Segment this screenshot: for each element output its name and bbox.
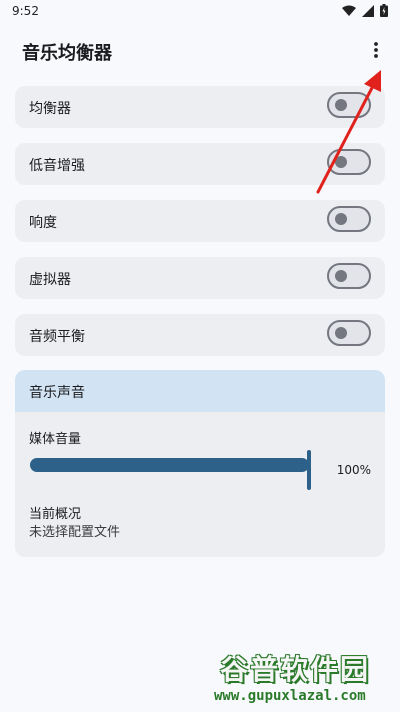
toggle-card-bass-boost: 低音增强 (15, 143, 385, 185)
switch-knob (335, 270, 347, 282)
bass-boost-switch[interactable] (327, 149, 371, 175)
toggle-label-virtualizer: 虚拟器 (29, 272, 71, 288)
music-sound-card: 音乐声音 媒体音量 100% 当前概况 未选择配置文件 (15, 370, 385, 557)
equalizer-switch[interactable] (327, 92, 371, 118)
media-volume-thumb[interactable] (307, 450, 311, 490)
app-title: 音乐均衡器 (22, 43, 112, 64)
media-volume-label: 媒体音量 (29, 432, 82, 447)
toggle-card-virtualizer: 虚拟器 (15, 257, 385, 299)
watermark: 谷普软件园 www.gupuxlazal.com (214, 648, 400, 712)
watermark-url: www.gupuxlazal.com (214, 688, 366, 704)
music-sound-title: 音乐声音 (29, 385, 85, 401)
toggle-label-bass-boost: 低音增强 (29, 158, 85, 174)
loudness-switch[interactable] (327, 206, 371, 232)
toggle-card-loudness: 响度 (15, 200, 385, 242)
wifi-icon (342, 5, 356, 16)
profile-label: 当前概况 (29, 507, 82, 522)
audio-balance-switch[interactable] (327, 320, 371, 346)
battery-icon (380, 4, 388, 17)
switch-knob (335, 327, 347, 339)
status-time: 9:52 (12, 4, 39, 18)
toggle-card-audio-balance: 音频平衡 (15, 314, 385, 356)
more-vert-icon (374, 42, 378, 58)
media-volume-value: 100% (336, 463, 371, 477)
switch-knob (335, 99, 347, 111)
toggle-label-equalizer: 均衡器 (29, 101, 71, 117)
toggle-label-audio-balance: 音频平衡 (29, 329, 85, 345)
toggle-card-equalizer: 均衡器 (15, 86, 385, 128)
switch-knob (335, 156, 347, 168)
status-bar: 9:52 (0, 0, 400, 24)
more-options-button[interactable] (364, 36, 388, 64)
media-volume-slider[interactable] (30, 458, 309, 472)
watermark-title: 谷普软件园 (220, 653, 371, 686)
music-sound-header: 音乐声音 (15, 370, 385, 412)
toggle-label-loudness: 响度 (29, 215, 57, 231)
profile-value: 未选择配置文件 (29, 525, 121, 540)
cell-signal-icon (362, 4, 374, 17)
app-bar: 音乐均衡器 (0, 24, 400, 76)
virtualizer-switch[interactable] (327, 263, 371, 289)
status-icons (342, 4, 388, 17)
switch-knob (335, 213, 347, 225)
